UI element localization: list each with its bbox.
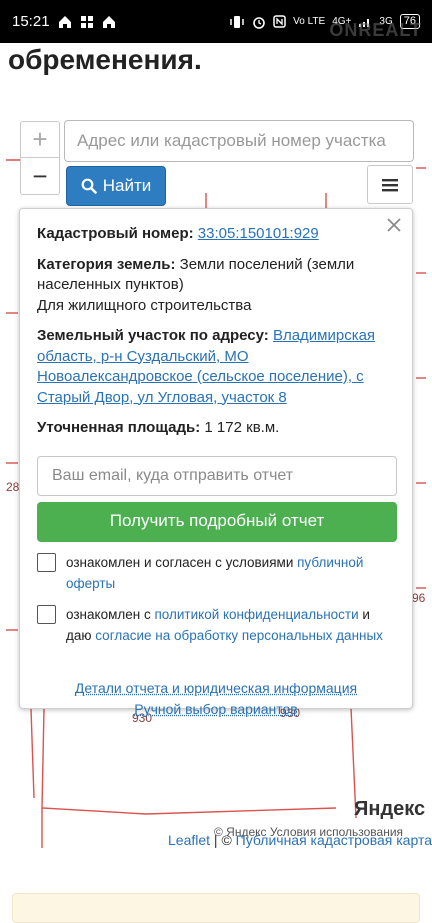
search-input[interactable] [64, 120, 414, 162]
consent-offer: ознакомлен и согласен с условиями публич… [37, 552, 395, 594]
area-row: Уточненная площадь: 1 172 кв.м. [37, 418, 395, 439]
notice-box [12, 893, 420, 923]
menu-button[interactable] [367, 165, 413, 204]
find-button-label: Найти [102, 176, 152, 195]
category-label: Категория земель: [37, 255, 176, 273]
yandex-logo: Яндекс [354, 798, 425, 821]
popup-footer-links: Детали отчета и юридическая информация Р… [37, 678, 395, 720]
area-label: Уточненная площадь: [37, 419, 201, 436]
consent-offer-text: ознакомлен и согласен с условиями [66, 554, 294, 570]
consent-privacy: ознакомлен с политикой конфиденциальност… [37, 604, 395, 646]
search-icon [81, 178, 97, 194]
home-icon [102, 15, 115, 28]
get-report-button[interactable]: Получить подробный отчет [37, 501, 397, 542]
cadastral-map[interactable]: 28 96 930 930 + − Найти Кадастровый номе… [6, 108, 426, 856]
category-row: Категория земель: Земли поселений (земли… [37, 255, 395, 317]
privacy-policy-link[interactable]: политикой конфиденциальности [154, 607, 358, 622]
address-row: Земельный участок по адресу: Владимирска… [37, 326, 395, 408]
email-field[interactable] [37, 455, 397, 496]
cadastral-number-link[interactable]: 33:05:150101:929 [198, 225, 319, 242]
cadastral-row: Кадастровый номер: 33:05:150101:929 [37, 224, 395, 245]
leaflet-link[interactable]: Leaflet [168, 832, 210, 848]
page-heading: обременения. [8, 44, 202, 75]
watermark: ONREALT [329, 20, 422, 40]
usage-value: Для жилищного строительства [37, 296, 252, 314]
manual-selection-link[interactable]: Ручной выбор вариантов [37, 699, 395, 720]
status-time: 15:21 [12, 13, 50, 30]
attribution-separator: | © [210, 832, 236, 848]
personal-data-link[interactable]: согласие на обработку персональных данны… [95, 628, 383, 643]
volte-label: Vo LTE [293, 16, 326, 27]
nfc-icon [273, 15, 286, 28]
details-link[interactable]: Детали отчета и юридическая информация [37, 678, 395, 699]
zoom-in-button[interactable]: + [21, 122, 59, 158]
privacy-checkbox[interactable] [37, 604, 56, 624]
alarm-icon [253, 16, 265, 29]
map-label: 28 [6, 480, 20, 494]
zoom-control: + − [20, 121, 60, 195]
cadastral-label: Кадастровый номер: [37, 225, 194, 242]
close-icon[interactable] [384, 215, 404, 235]
grid-icon [80, 15, 93, 28]
offer-checkbox[interactable] [37, 552, 56, 572]
consent-privacy-text: ознакомлен с [66, 606, 151, 622]
zoom-out-button[interactable]: − [21, 158, 59, 194]
address-label: Земельный участок по адресу: [37, 327, 269, 344]
vibrate-icon [230, 15, 244, 28]
home-icon [58, 15, 71, 28]
hamburger-icon [382, 178, 398, 191]
parcel-info-popup: Кадастровый номер: 33:05:150101:929 Кате… [19, 208, 413, 717]
area-value: 1 172 кв.м. [204, 419, 280, 436]
yandex-logo-text: Яндекс [354, 798, 426, 820]
map-attribution: Leaflet | © Публичная кадастровая карта [168, 832, 432, 848]
cadastral-map-link[interactable]: Публичная кадастровая карта [236, 832, 432, 848]
find-button[interactable]: Найти [66, 166, 166, 206]
map-label: 96 [412, 591, 426, 605]
